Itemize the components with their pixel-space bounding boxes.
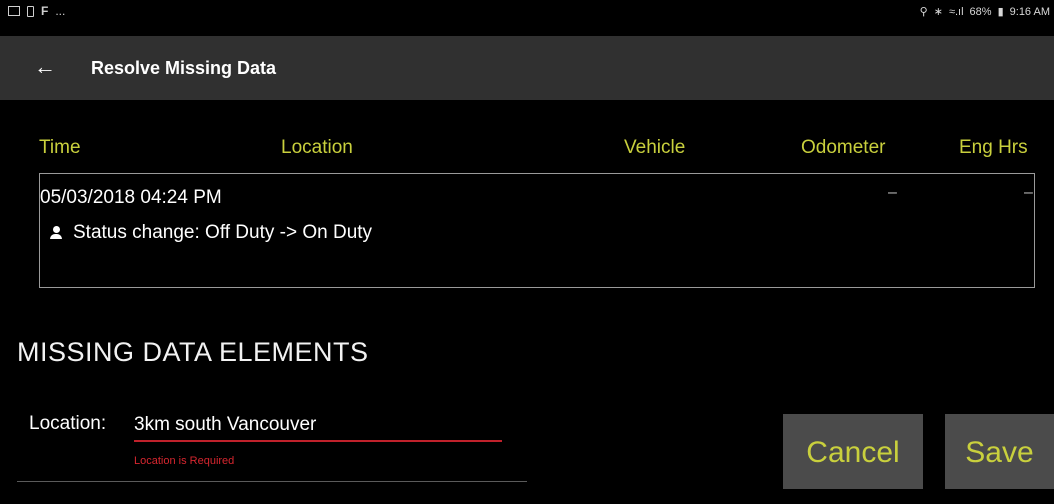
section-title: MISSING DATA ELEMENTS <box>17 337 369 367</box>
battery-percent: 68% <box>969 5 992 18</box>
event-eng-hrs: – <box>1024 184 1033 201</box>
location-error-text: Location is Required <box>134 455 235 467</box>
person-icon <box>49 226 63 240</box>
column-header-vehicle: Vehicle <box>624 137 686 158</box>
column-header-location: Location <box>281 137 353 158</box>
location-input[interactable] <box>134 410 502 442</box>
image-notification-icon <box>8 6 20 16</box>
location-icon: ⚲ <box>919 6 928 18</box>
battery-icon: ▮ <box>997 6 1004 18</box>
system-status: ⚲ ∗ ≈.ıl 68% ▮ 9:16 AM <box>919 5 1050 19</box>
page-title: Resolve Missing Data <box>91 58 277 78</box>
app-toolbar: ← Resolve Missing Data <box>0 36 1054 100</box>
cancel-button[interactable]: Cancel <box>783 414 923 489</box>
column-header-eng-hrs: Eng Hrs <box>959 137 1028 158</box>
event-time: 05/03/2018 04:24 PM <box>40 187 222 208</box>
event-status-text: Status change: Off Duty -> On Duty <box>73 222 373 243</box>
arrow-back-icon[interactable]: ← <box>30 52 60 82</box>
location-label: Location: <box>29 413 107 434</box>
status-bar: F ... ⚲ ∗ ≈.ıl 68% ▮ 9:16 AM <box>0 0 1054 26</box>
clock: 9:16 AM <box>1009 5 1050 18</box>
event-odometer: – <box>888 184 897 201</box>
notification-icons: F ... <box>8 5 65 17</box>
column-header-time: Time <box>39 137 81 158</box>
event-status: Status change: Off Duty -> On Duty <box>49 222 372 244</box>
wifi-signal-icon: ≈.ıl <box>948 5 964 18</box>
column-header-odometer: Odometer <box>801 137 886 158</box>
more-notifications-icon: ... <box>55 4 66 18</box>
bluetooth-icon: ∗ <box>933 6 943 18</box>
flipboard-icon: F <box>41 4 49 18</box>
save-button[interactable]: Save <box>945 414 1054 489</box>
event-row[interactable]: 05/03/2018 04:24 PM Status change: Off D… <box>39 173 1035 288</box>
divider <box>17 481 527 482</box>
phone-notification-icon <box>27 5 34 17</box>
